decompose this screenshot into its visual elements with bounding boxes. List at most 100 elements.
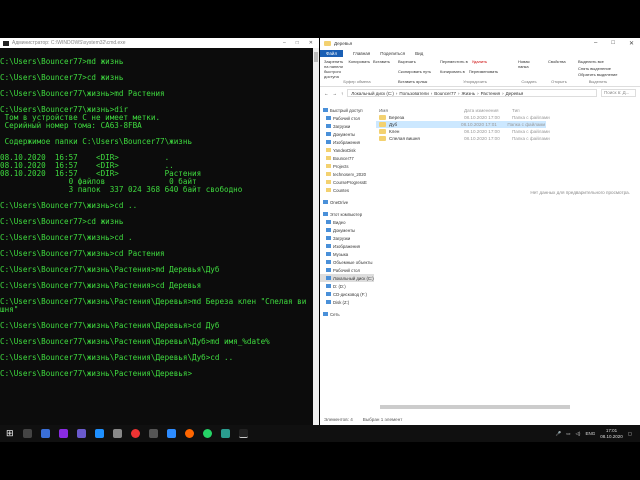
nav-item[interactable]: Сеть [320,310,374,318]
column-date[interactable]: Дата изменения [464,108,512,113]
nav-item[interactable]: Этот компьютер [320,210,374,218]
nav-item-label: Сеть [330,311,340,317]
properties-button[interactable]: Свойства [548,59,570,64]
explorer-titlebar[interactable]: Деревья – □ ✕ [320,38,640,49]
column-type[interactable]: Тип [512,108,552,113]
up-icon[interactable]: ↑ [341,91,343,96]
nav-item[interactable]: Документы [320,226,374,234]
horizontal-scrollbar[interactable] [380,405,570,409]
paste-shortcut-button[interactable]: Вставить ярлык [398,79,432,84]
column-name[interactable]: Имя [376,108,464,113]
nav-item[interactable]: technoserv_2020 [320,170,374,178]
forward-icon[interactable]: → [333,91,338,96]
copy-button[interactable]: Копировать [348,59,370,79]
nav-item[interactable]: Изображения [320,242,374,250]
app-icon[interactable] [112,429,122,438]
breadcrumb-item[interactable]: Деревья [506,91,524,96]
nav-item[interactable]: Документы [320,130,374,138]
search-input[interactable]: Поиск в: Д... [601,89,636,97]
nav-item[interactable]: CD-дисковод (F:) [320,290,374,298]
nav-item[interactable]: Projects [320,162,374,170]
app-icon[interactable] [76,429,86,438]
app-icon[interactable] [184,429,194,438]
paste-button[interactable]: Вставить [373,59,390,79]
app-icon[interactable] [220,429,230,438]
nav-item[interactable]: Изображения [320,138,374,146]
volume-icon[interactable]: ◁) [575,431,580,437]
cmd-titlebar[interactable]: Администратор: C:\WINDOWS\system32\cmd.e… [0,38,319,48]
invert-selection-button[interactable]: Обратить выделение [578,72,618,77]
tab-view[interactable]: Вид [415,51,423,56]
nav-item[interactable]: Музыка [320,250,374,258]
back-icon[interactable]: ← [324,91,329,96]
start-button[interactable]: ⊞ [6,428,14,439]
nav-item[interactable]: CourseProgressE [320,178,374,186]
nav-item[interactable]: Countes [320,186,374,194]
copy-path-button[interactable]: Скопировать путь [398,69,432,74]
console-line: C:\Users\Bouncer77\жизнь>md Растения [0,89,165,98]
yandex-icon[interactable] [130,429,140,438]
tab-share[interactable]: Поделиться [380,51,405,56]
explorer-window[interactable]: Деревья – □ ✕ Файл Главная Поделиться Вид З… [320,38,640,425]
copy-to-button[interactable]: Копировать в [440,69,465,74]
nav-item[interactable]: Bouncer77 [320,154,374,162]
app-icon[interactable] [148,429,158,438]
language-indicator[interactable]: ENG [585,431,595,436]
minimize-button[interactable]: – [594,40,597,47]
network-icon[interactable]: ▭ [566,431,570,437]
select-all-button[interactable]: Выделить все [578,59,618,64]
breadcrumb-item[interactable]: Локальный диск (C:) [351,91,394,96]
app-icon[interactable] [40,429,50,438]
cmd-taskbar-icon[interactable] [238,429,248,438]
zoom-icon[interactable] [166,429,176,438]
file-row[interactable]: Спелая вишня 08.10.2020 17:00 Папка с файл… [376,135,640,142]
mic-icon[interactable]: 🎤 [556,431,562,437]
whatsapp-icon[interactable] [202,429,212,438]
select-none-button[interactable]: Снять выделение [578,66,618,71]
file-row[interactable]: Береза 08.10.2020 17:00 Папка с файлами [376,114,640,121]
nav-item-icon [326,292,331,296]
address-bar[interactable]: Локальный диск (C:) › Пользователи › Bouncer… [347,89,597,97]
notifications-icon[interactable]: ▢ [628,431,632,437]
tab-file[interactable]: Файл [320,49,344,57]
nav-item[interactable]: Рабочий стол [320,114,374,122]
file-row[interactable]: Клен 08.10.2020 17:00 Папка с файлами [376,128,640,135]
cut-button[interactable]: Вырезать [398,59,432,64]
nav-item[interactable]: Загрузки [320,122,374,130]
nav-item[interactable]: Рабочий стол [320,266,374,274]
breadcrumb-item[interactable]: Жизнь [462,91,476,96]
nav-item[interactable]: OneDrive [320,198,374,206]
app-icon[interactable] [94,429,104,438]
new-folder-button[interactable]: Новая папка [518,59,540,69]
cmd-scrollbar[interactable] [313,48,319,425]
nav-item[interactable]: D: (D:) [320,282,374,290]
maximize-button[interactable]: □ [296,40,299,46]
clock[interactable]: 17:01 08.10.2020 [600,428,623,440]
minimize-button[interactable]: – [283,40,286,46]
maximize-button[interactable]: □ [611,40,615,47]
nav-item[interactable]: Объемные объекты [320,258,374,266]
pin-button[interactable]: Закрепить на панели быстрого доступа [324,59,345,79]
nav-item[interactable]: Disk (Z:) [320,298,374,306]
breadcrumb-item[interactable]: Растения [481,91,501,96]
nav-item[interactable]: Локальный диск (C:) [320,274,374,282]
nav-item[interactable]: YandexDisk [320,146,374,154]
nav-item[interactable]: Загрузки [320,234,374,242]
nav-item[interactable]: Быстрый доступ [320,106,374,114]
app-icon[interactable] [58,429,68,438]
move-to-button[interactable]: Переместить в [440,59,468,64]
close-button[interactable]: ✕ [309,40,313,46]
nav-item-icon [323,200,328,204]
close-button[interactable]: ✕ [629,40,634,47]
file-row[interactable]: Дуб 08.10.2020 17:01 Папка с файлами [376,121,546,128]
console-output[interactable]: C:\Users\Bouncer77>md жизнь C:\Users\Boun… [0,58,306,378]
breadcrumb-item[interactable]: Bouncer77 [434,91,456,96]
rename-button[interactable]: Переименовать [469,69,498,74]
tab-home[interactable]: Главная [353,51,370,56]
nav-item[interactable]: Видео [320,218,374,226]
breadcrumb-item[interactable]: Пользователи [399,91,428,96]
delete-button[interactable]: Удалить [472,59,487,64]
cmd-window[interactable]: Администратор: C:\WINDOWS\system32\cmd.e… [0,38,319,425]
nav-item-icon [326,180,331,184]
search-taskbar-icon[interactable] [22,429,32,438]
